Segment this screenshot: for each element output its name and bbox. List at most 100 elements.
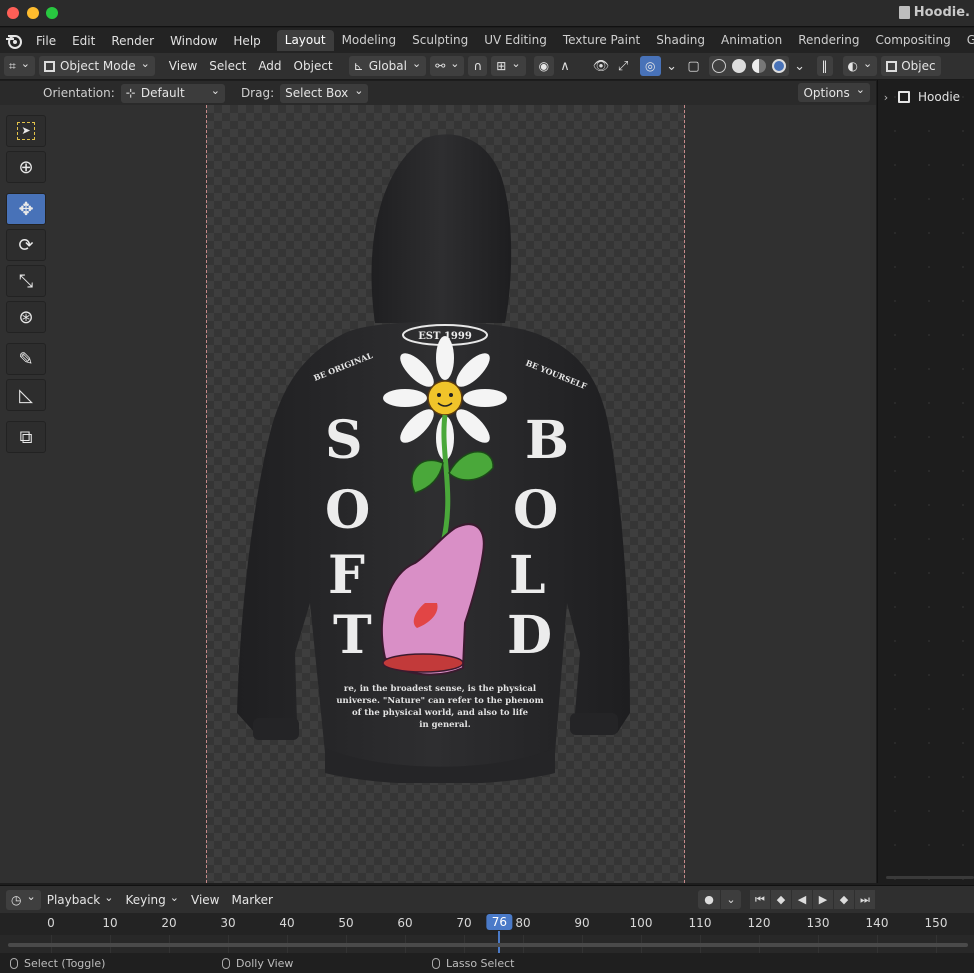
menu-edit[interactable]: Edit <box>64 34 103 48</box>
outliner-item[interactable]: › Hoodie <box>878 90 960 104</box>
solid-shading-icon[interactable] <box>731 59 746 73</box>
snap-target-dropdown[interactable]: ⊞ <box>491 56 526 76</box>
split-area-icon[interactable]: ‖ <box>816 56 833 76</box>
expand-chevron-icon[interactable]: › <box>878 91 894 104</box>
timeline[interactable]: 0 10 20 30 40 50 60 70 80 90 100 110 120 130 140 150 76 <box>0 913 974 953</box>
frame-tick-label: 60 <box>397 916 413 930</box>
tab-texture-paint[interactable]: Texture Paint <box>555 30 648 51</box>
jump-start-button[interactable]: ⏮ <box>750 890 770 909</box>
options-button[interactable]: Options <box>798 83 870 102</box>
mouse-middle-icon <box>222 958 230 969</box>
wireframe-shading-icon[interactable] <box>711 59 726 73</box>
overlay-dropdown[interactable]: ⌄ <box>661 56 683 76</box>
falloff-icon[interactable]: ∧ <box>554 56 576 76</box>
current-frame-badge[interactable]: 76 <box>486 914 513 930</box>
outliner-scrollbar[interactable] <box>886 876 974 879</box>
menu-help[interactable]: Help <box>225 34 268 48</box>
editor-type-button[interactable]: ⌗ <box>4 56 35 76</box>
soft-letter-s: S <box>325 410 363 471</box>
pivot-point-dropdown[interactable]: ⚯ <box>430 56 465 76</box>
mouse-left-icon <box>10 958 18 969</box>
add-cube-tool[interactable]: ⧉ <box>6 421 46 453</box>
paragraph-line-3: of the physical world, and also to life <box>352 708 529 718</box>
transform-orientation-dropdown[interactable]: ⊾ Global <box>348 56 427 76</box>
outliner-panel: › Hoodie <box>877 80 974 883</box>
transform-tool[interactable]: ⊛ <box>6 301 46 333</box>
frame-tick-label: 80 <box>515 916 531 930</box>
playback-controls: ● ⌄ ⏮ ◆ ◀ ▶ ◆ ⏭ <box>697 890 875 909</box>
soft-letter-f: F <box>328 545 365 606</box>
drag-dropdown[interactable]: Select Box <box>280 83 369 103</box>
orientation-dropdown[interactable]: ⊹ Default <box>120 83 225 103</box>
tab-animation[interactable]: Animation <box>713 30 790 51</box>
record-button[interactable]: ● <box>698 890 720 909</box>
hoodie-model[interactable]: EST 1999 BE ORIGINAL BE YOURSELF S O F T… <box>225 133 645 783</box>
frame-tick-label: 130 <box>806 916 830 930</box>
shading-options-dropdown[interactable]: ⌄ <box>789 56 811 76</box>
xray-toggle-icon[interactable]: ▢ <box>683 56 705 76</box>
timeline-keying-menu[interactable]: Keying <box>119 893 185 907</box>
cursor-tool[interactable]: ⊕ <box>6 151 46 183</box>
header-menu-add[interactable]: Add <box>252 59 287 73</box>
playhead[interactable] <box>498 931 501 953</box>
3d-viewport[interactable]: EST 1999 BE ORIGINAL BE YOURSELF S O F T… <box>0 105 876 883</box>
timeline-marker-menu[interactable]: Marker <box>225 893 278 907</box>
header-menu-view[interactable]: View <box>163 59 203 73</box>
frame-tick-label: 150 <box>924 916 948 930</box>
play-button[interactable]: ▶ <box>813 890 833 909</box>
menu-window[interactable]: Window <box>162 34 225 48</box>
tab-modeling[interactable]: Modeling <box>334 30 405 51</box>
frame-tick-label: 70 <box>456 916 472 930</box>
tab-sculpting[interactable]: Sculpting <box>404 30 476 51</box>
prev-keyframe-button[interactable]: ◆ <box>771 890 791 909</box>
auto-key-dropdown[interactable]: ⌄ <box>721 890 741 909</box>
header-menu-select[interactable]: Select <box>203 59 252 73</box>
status-right: Lasso Select <box>432 957 515 970</box>
drag-value: Select Box <box>285 86 349 100</box>
annotate-tool[interactable]: ✎ <box>6 343 46 375</box>
timeline-scrollbar[interactable] <box>8 943 968 947</box>
top-menu-bar: File Edit Render Window Help Layout Mode… <box>0 28 974 53</box>
overlay-toggle[interactable]: ◎ <box>640 56 661 76</box>
tab-layout[interactable]: Layout <box>276 30 334 51</box>
tab-rendering[interactable]: Rendering <box>790 30 867 51</box>
jump-end-button[interactable]: ⏭ <box>855 890 875 909</box>
proportional-edit-toggle[interactable]: ◉ <box>533 56 555 76</box>
status-middle-text: Dolly View <box>236 957 294 970</box>
rendered-shading-icon[interactable] <box>771 59 786 73</box>
outliner-filter-button[interactable]: Objec <box>881 56 941 76</box>
tab-geometry-nodes[interactable]: Geometry Nodes <box>959 30 974 51</box>
zoom-window-button[interactable] <box>46 7 58 19</box>
tab-shading[interactable]: Shading <box>648 30 713 51</box>
timeline-view-menu[interactable]: View <box>185 893 225 907</box>
tab-compositing[interactable]: Compositing <box>867 30 958 51</box>
scale-tool[interactable]: ⤡ <box>6 265 46 297</box>
bold-letter-d: D <box>507 605 552 666</box>
measure-tool[interactable]: ◺ <box>6 379 46 411</box>
mode-dropdown[interactable]: Object Mode <box>38 56 155 76</box>
rotate-tool[interactable]: ⟳ <box>6 229 46 261</box>
visibility-icon[interactable]: 👁 <box>590 56 612 76</box>
tab-uv-editing[interactable]: UV Editing <box>476 30 555 51</box>
timeline-editor-type-button[interactable]: ◷ <box>6 889 41 910</box>
snap-toggle[interactable]: ∩ <box>468 56 488 76</box>
header-menu-object[interactable]: Object <box>288 59 339 73</box>
material-shading-icon[interactable] <box>751 59 766 73</box>
minimize-window-button[interactable] <box>27 7 39 19</box>
menu-file[interactable]: File <box>28 34 64 48</box>
select-box-tool[interactable]: ➤ <box>6 115 46 147</box>
outliner-display-mode-dropdown[interactable]: ◐ <box>842 56 878 76</box>
play-reverse-button[interactable]: ◀ <box>792 890 812 909</box>
close-window-button[interactable] <box>7 7 19 19</box>
menu-render[interactable]: Render <box>103 34 162 48</box>
timeline-playback-menu[interactable]: Playback <box>41 893 120 907</box>
blender-logo-icon[interactable] <box>5 31 23 51</box>
rotate-icon: ⟳ <box>18 234 34 256</box>
gizmo-toggle-icon[interactable]: ⤢ <box>612 56 634 76</box>
document-icon <box>898 6 910 19</box>
next-keyframe-button[interactable]: ◆ <box>834 890 854 909</box>
frame-tick-label: 10 <box>102 916 118 930</box>
move-tool[interactable]: ✥ <box>6 193 46 225</box>
viewport-header: ⌗ Object Mode View Select Add Object ⊾ G… <box>0 53 974 80</box>
play-reverse-icon: ◀ <box>797 893 807 906</box>
